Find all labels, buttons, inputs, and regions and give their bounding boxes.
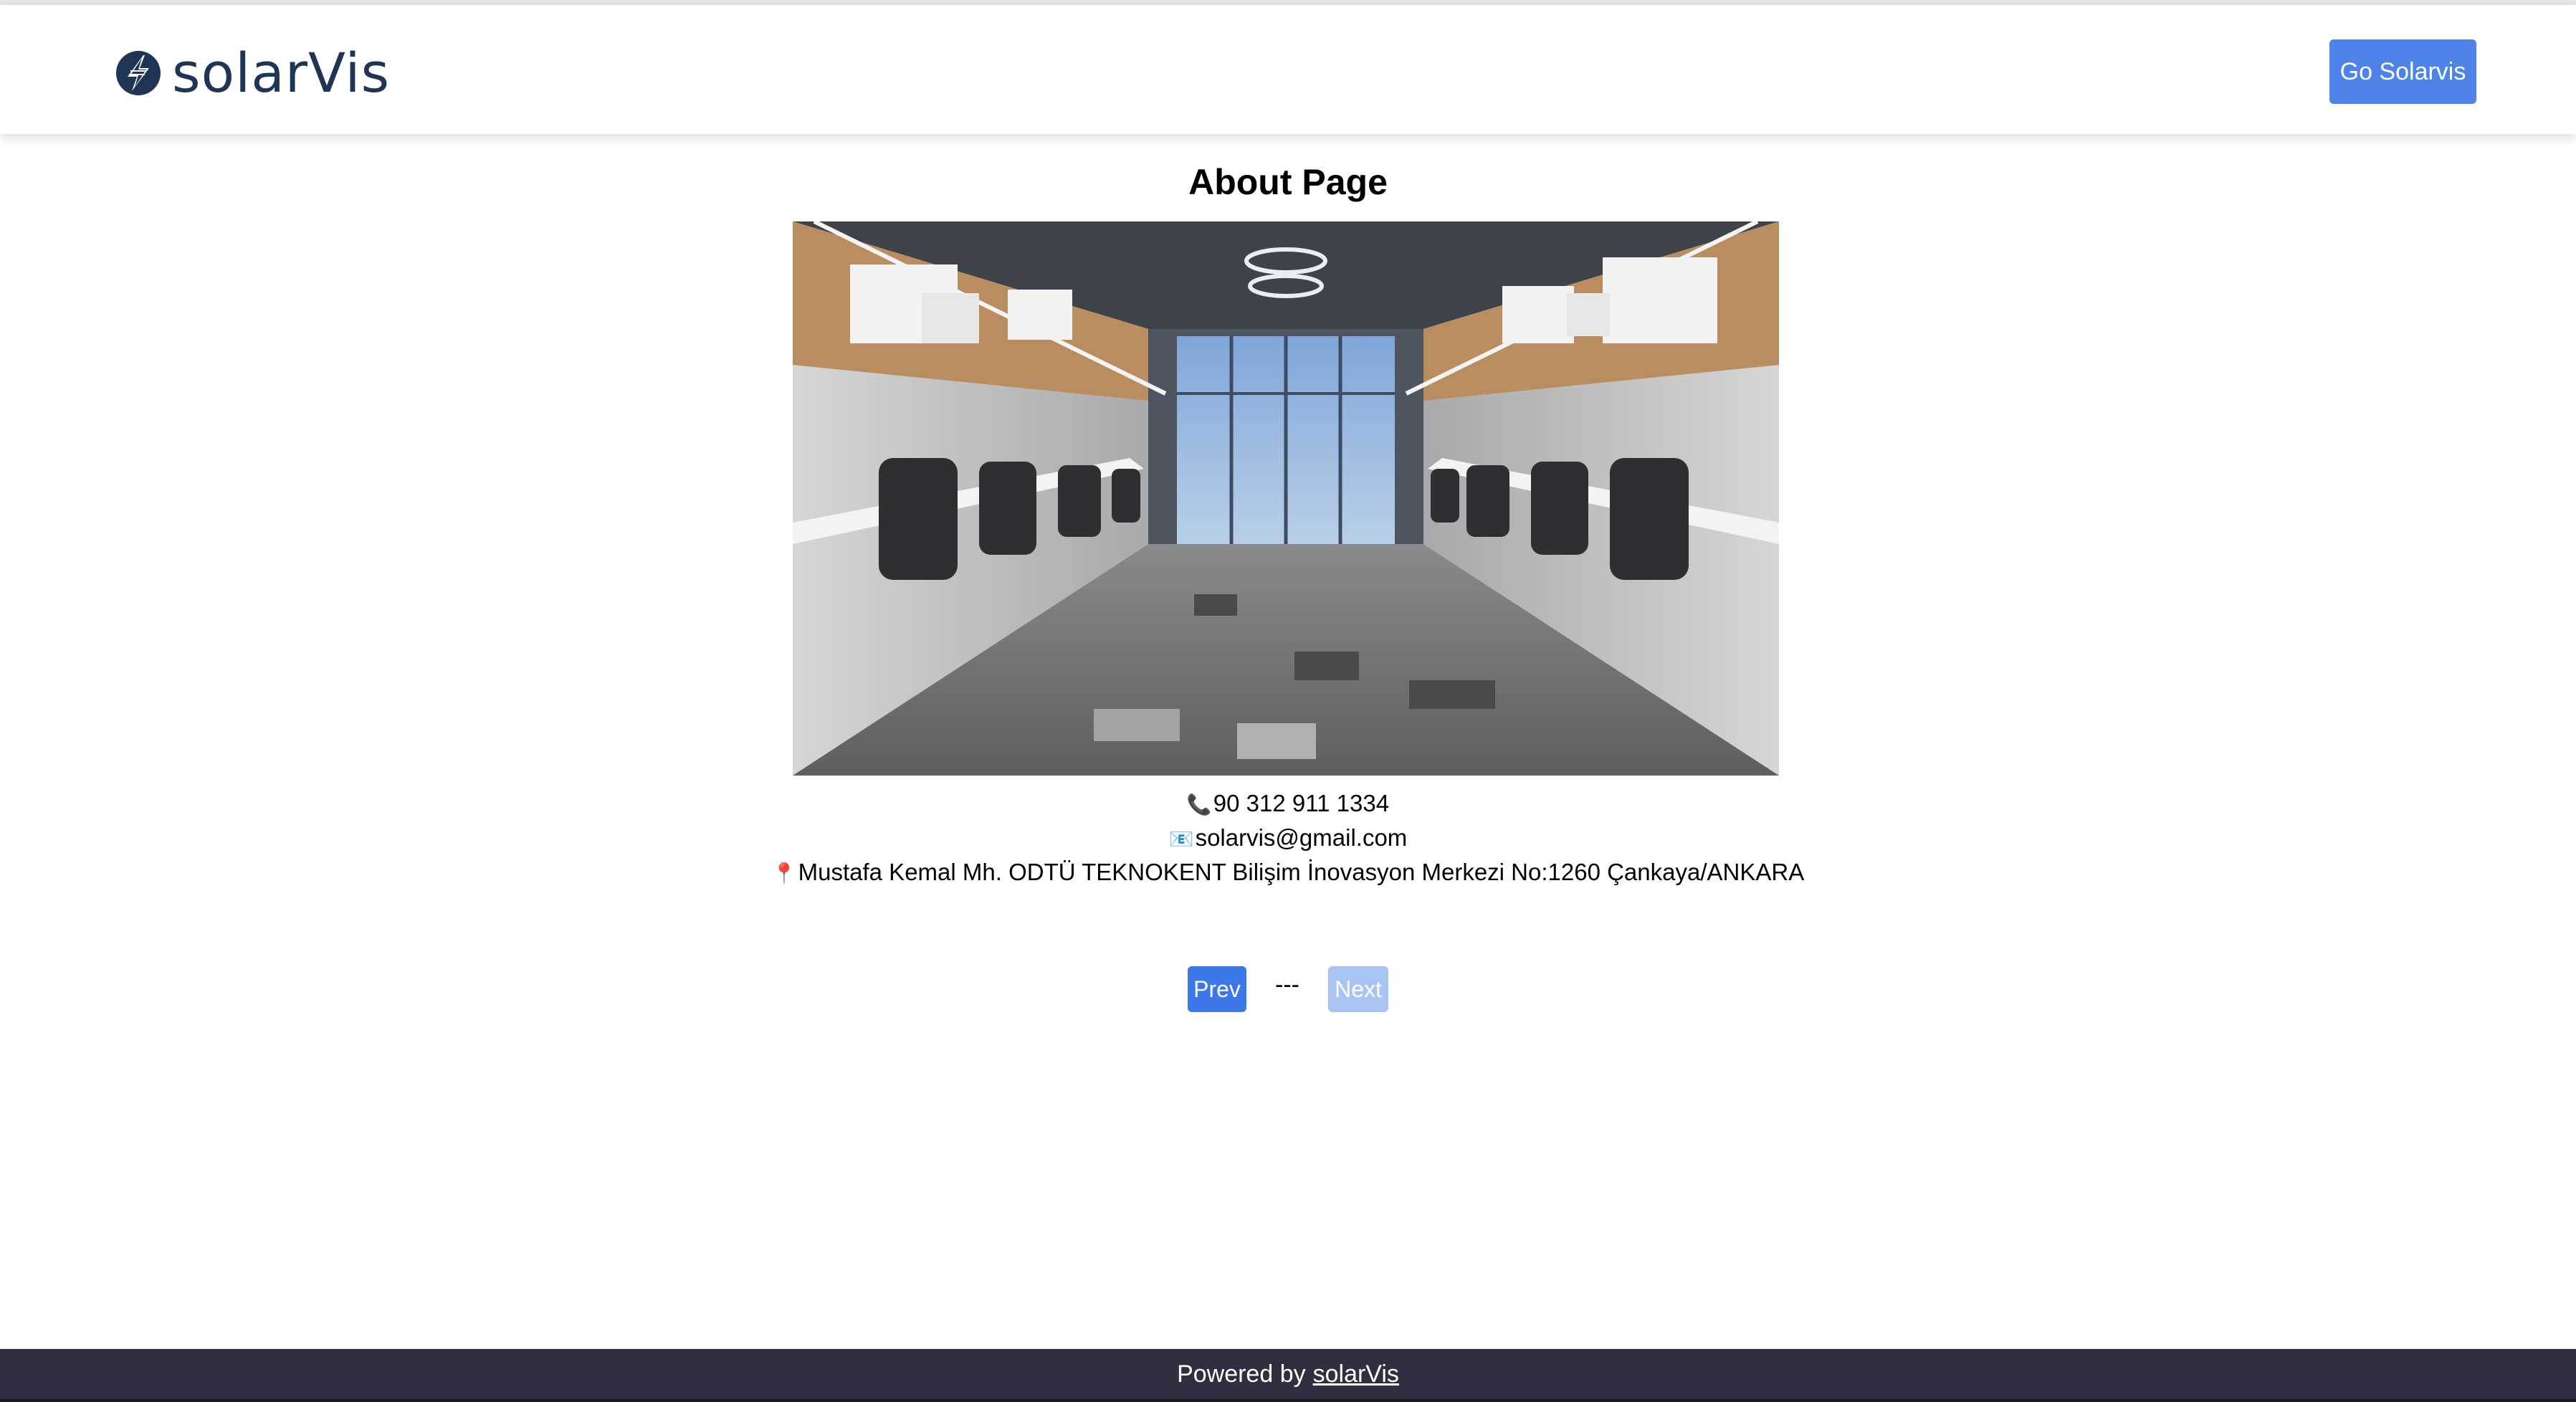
phone-number: 90 312 911 1334 [1213,790,1390,816]
footer: Powered by solarVis [0,1349,2576,1399]
office-photo [793,221,1779,776]
office-interior-illustration [793,221,1779,776]
address-text: Mustafa Kemal Mh. ODTÜ TEKNOKENT Bilişim… [798,859,1805,885]
lightning-bolt-icon [116,51,161,95]
top-border [0,0,2576,5]
prev-button[interactable]: Prev [1188,966,1247,1012]
email-address: solarvis@gmail.com [1195,824,1408,851]
envelope-icon: 📧 [1168,828,1194,850]
location-pin-icon: 📍 [771,862,797,884]
bottom-border [0,1399,2576,1402]
email-line: 📧solarvis@gmail.com [0,821,2576,857]
pagination-separator: --- [1275,971,1299,998]
address-line: 📍Mustafa Kemal Mh. ODTÜ TEKNOKENT Bilişi… [0,855,2576,891]
phone-line: 📞90 312 911 1334 [0,786,2576,822]
brand-name: solarVis [172,41,391,105]
footer-text: Powered by [1177,1360,1306,1388]
page-title: About Page [1188,162,1388,202]
navbar: solarVis Go Solarvis [0,5,2576,134]
pagination: Prev --- Next [0,965,2576,1013]
brand-logo[interactable]: solarVis [115,41,390,105]
next-button[interactable]: Next [1327,966,1388,1012]
footer-link-solarvis[interactable]: solarVis [1313,1360,1399,1388]
main-content: About Page 📞90 312 911 1334 📧solarvis@gm… [0,134,2576,1349]
phone-icon: 📞 [1186,793,1212,816]
go-solarvis-button[interactable]: Go Solarvis [2329,39,2476,104]
